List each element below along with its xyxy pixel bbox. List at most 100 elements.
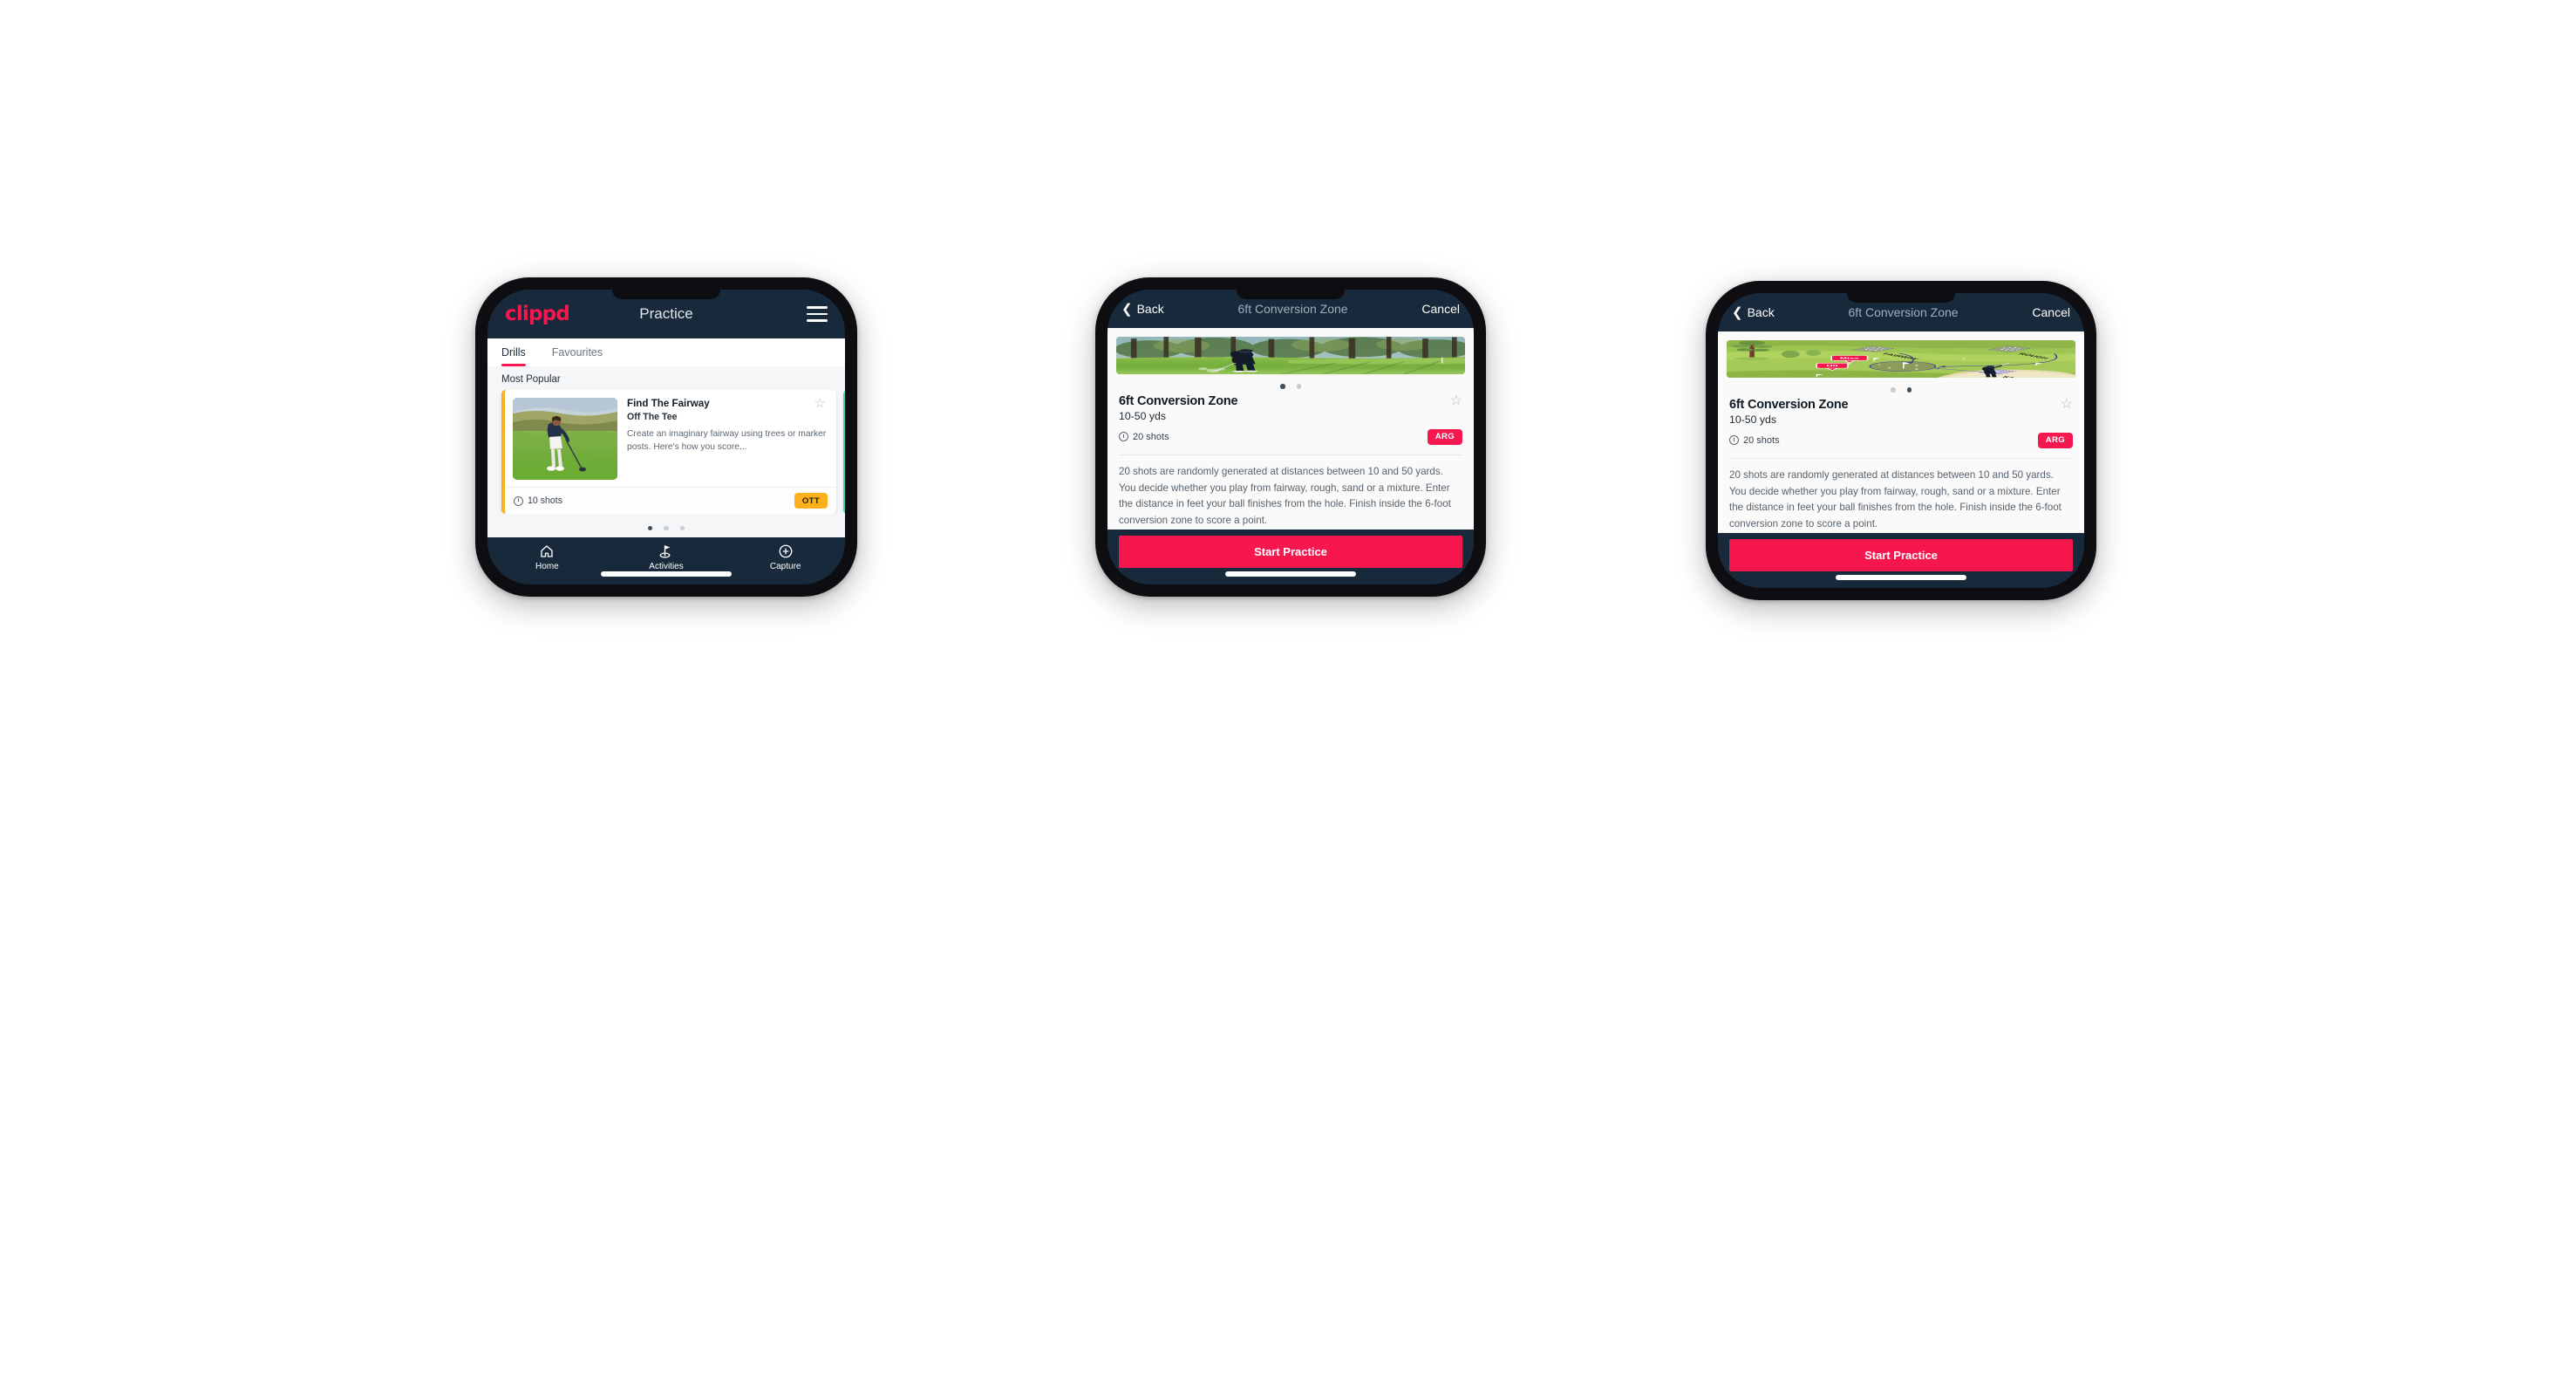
phone-device-drill-detail-photo: ❮ Back 6ft Conversion Zone Cancel 6ft Co… — [1095, 277, 1486, 597]
golf-course-diagram-illustration: FAIRWAY ROUGH Miss Hit — [1727, 340, 2075, 379]
svg-text:Miss: Miss — [1840, 357, 1859, 359]
home-indicator — [601, 571, 732, 577]
back-label: Back — [1136, 302, 1164, 316]
golf-flag-icon — [659, 545, 671, 558]
chevron-left-icon: ❮ — [1121, 301, 1133, 317]
drill-subtitle: Off The Tee — [627, 411, 678, 422]
detail-title: 6ft Conversion Zone — [1119, 393, 1238, 408]
start-practice-button[interactable]: Start Practice — [1729, 539, 2073, 571]
notch — [1237, 290, 1345, 299]
detail-meta-row: 20 shots ARG — [1729, 432, 2073, 448]
drill-title: Find The Fairway — [627, 398, 710, 409]
cancel-button[interactable]: Cancel — [2032, 305, 2070, 319]
drill-thumbnail — [513, 398, 617, 480]
notch — [612, 290, 720, 299]
media-dot-2[interactable] — [1906, 387, 1912, 393]
drill-meta: ☆ Find The Fairway Off The Tee Create an… — [617, 397, 828, 480]
golf-chip-shot-photo — [1116, 337, 1465, 375]
drill-shots: 10 shots — [514, 495, 562, 506]
start-practice-button[interactable]: Start Practice — [1119, 536, 1462, 568]
drill-card[interactable]: ☆ Find The Fairway Off The Tee Create an… — [501, 390, 836, 514]
media-dot-2[interactable] — [1296, 384, 1301, 389]
nav-label: Home — [535, 562, 559, 571]
home-icon — [541, 545, 554, 557]
detail-header: 6ft Conversion Zone 10-50 yds ☆ 20 shots… — [1718, 397, 2084, 448]
tab-drills[interactable]: Drills — [501, 338, 538, 366]
nav-item-home[interactable]: Home — [487, 543, 607, 571]
tab-favourites-label: Favourites — [551, 346, 603, 359]
detail-shots: 20 shots — [1119, 432, 1169, 442]
media-dot-1[interactable] — [1891, 387, 1896, 393]
back-label: Back — [1747, 305, 1775, 319]
phone1-screen: clippd Practice Drills Favourites Most P… — [487, 290, 845, 584]
cta-footer: Start Practice — [1718, 533, 2084, 588]
back-button[interactable]: ❮ Back — [1732, 305, 1775, 319]
clock-icon — [1119, 432, 1128, 442]
star-outline-icon[interactable]: ☆ — [2061, 397, 2073, 412]
hamburger-icon[interactable] — [807, 306, 828, 322]
navbar-title: 6ft Conversion Zone — [1848, 305, 1959, 319]
nav-item-activities[interactable]: Activities — [607, 543, 726, 571]
practice-content: Most Popular ☆ Find The Fairway Off The … — [487, 366, 845, 537]
carousel-dots[interactable] — [487, 514, 845, 534]
home-indicator — [1836, 575, 1966, 580]
nav-item-capture[interactable]: Capture — [726, 543, 845, 571]
back-button[interactable]: ❮ Back — [1121, 302, 1164, 316]
phone3-screen: ❮ Back 6ft Conversion Zone Cancel FAIRWA… — [1718, 293, 2084, 588]
detail-body: FAIRWAY ROUGH Miss Hit 6ft Conversion Zo… — [1718, 331, 2084, 533]
detail-description: 20 shots are randomly generated at dista… — [1729, 468, 2061, 530]
plus-circle-icon — [779, 544, 793, 558]
notch — [1847, 293, 1955, 303]
tab-bar: Drills Favourites — [487, 338, 845, 366]
carousel-dot-3[interactable] — [679, 526, 685, 531]
drill-card-footer: 10 shots OTT — [505, 487, 836, 514]
detail-meta-row: 20 shots ARG — [1119, 428, 1462, 445]
navbar-title: 6ft Conversion Zone — [1237, 302, 1348, 316]
phone2-screen: ❮ Back 6ft Conversion Zone Cancel 6ft Co… — [1107, 290, 1474, 584]
detail-title-row: 6ft Conversion Zone 10-50 yds ☆ — [1729, 397, 2073, 426]
star-outline-icon[interactable]: ☆ — [1450, 393, 1462, 408]
status-badge: ARG — [2037, 432, 2073, 448]
golfer-tee-shot-photo — [513, 398, 617, 480]
detail-body: 6ft Conversion Zone 10-50 yds ☆ 20 shots… — [1107, 328, 1474, 530]
detail-title: 6ft Conversion Zone — [1729, 397, 1849, 412]
bottom-navigation: Home Activities Capture — [487, 537, 845, 584]
media-carousel-dots[interactable] — [1718, 378, 2084, 397]
carousel-dot-1[interactable] — [648, 526, 653, 531]
phone-device-practice-list: clippd Practice Drills Favourites Most P… — [475, 277, 857, 597]
tab-drills-label: Drills — [501, 346, 526, 359]
clippd-logo: clippd — [505, 303, 570, 325]
drill-card-next-peek[interactable] — [843, 390, 845, 514]
detail-header: 6ft Conversion Zone 10-50 yds ☆ 20 shots… — [1107, 393, 1474, 445]
drill-description: Create an imaginary fairway using trees … — [627, 428, 827, 453]
drill-shots-label: 10 shots — [528, 495, 563, 506]
chevron-left-icon: ❮ — [1732, 304, 1743, 320]
star-outline-icon[interactable]: ☆ — [814, 397, 826, 410]
clock-icon — [514, 495, 523, 506]
detail-shots: 20 shots — [1729, 435, 1780, 446]
media-carousel-dots[interactable] — [1107, 374, 1474, 393]
drill-carousel[interactable]: ☆ Find The Fairway Off The Tee Create an… — [487, 390, 845, 514]
detail-title-row: 6ft Conversion Zone 10-50 yds ☆ — [1119, 393, 1462, 422]
drill-card-top: ☆ Find The Fairway Off The Tee Create an… — [505, 390, 836, 487]
status-badge: OTT — [794, 493, 828, 509]
section-most-popular: Most Popular — [501, 374, 561, 385]
tab-favourites[interactable]: Favourites — [552, 338, 615, 366]
clock-icon — [1729, 435, 1739, 446]
media-dot-1[interactable] — [1280, 384, 1285, 389]
svg-text:Hit: Hit — [1827, 365, 1839, 367]
detail-shots-label: 20 shots — [1743, 434, 1780, 446]
cta-footer: Start Practice — [1107, 530, 1474, 584]
detail-description: 20 shots are randomly generated at dista… — [1119, 465, 1451, 527]
detail-subtitle: 10-50 yds — [1729, 413, 1777, 426]
hero-media[interactable]: FAIRWAY ROUGH Miss Hit — [1727, 340, 2075, 379]
nav-label: Activities — [649, 562, 684, 571]
nav-label: Capture — [769, 562, 801, 571]
home-indicator — [1225, 571, 1356, 577]
detail-shots-label: 20 shots — [1133, 431, 1169, 442]
hero-media[interactable] — [1116, 337, 1465, 375]
cancel-button[interactable]: Cancel — [1421, 302, 1460, 316]
status-badge: ARG — [1427, 428, 1462, 445]
detail-subtitle: 10-50 yds — [1119, 409, 1167, 422]
carousel-dot-2[interactable] — [664, 526, 669, 531]
